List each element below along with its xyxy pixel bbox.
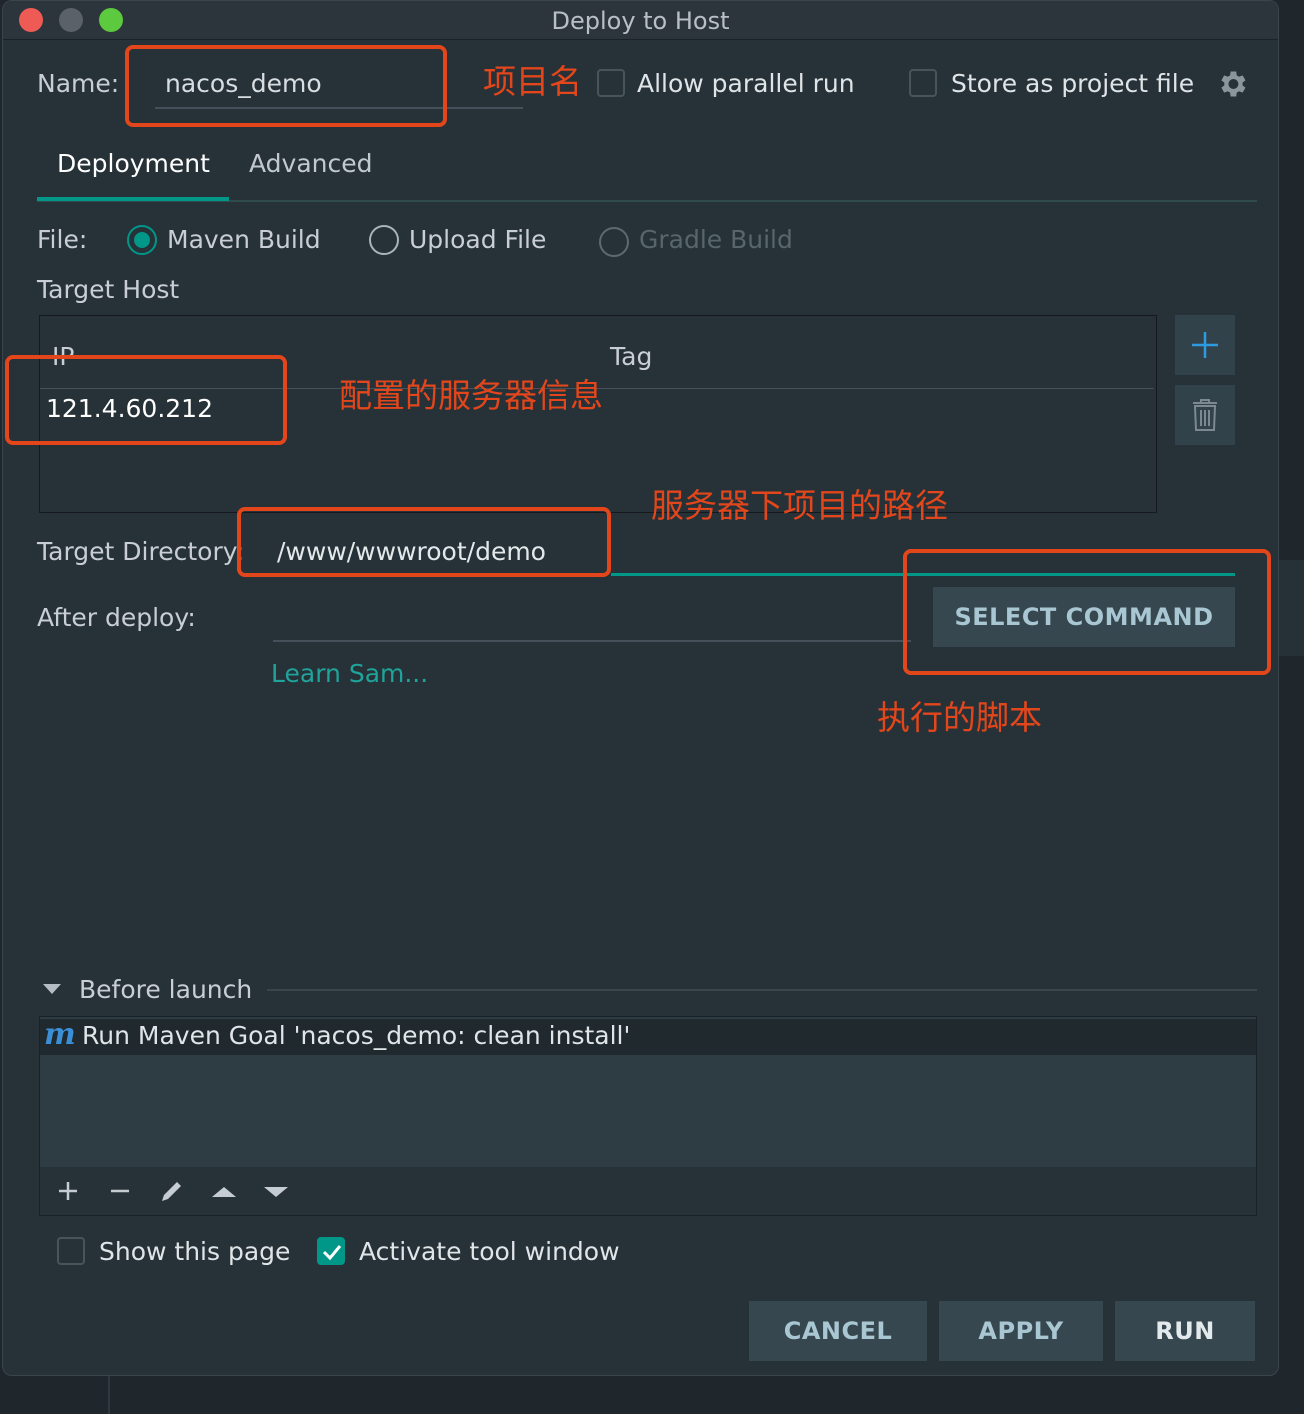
allow-parallel-label[interactable]: Allow parallel run — [637, 69, 855, 98]
allow-parallel-checkbox[interactable] — [597, 69, 625, 97]
gradle-build-label: Gradle Build — [639, 225, 793, 254]
annotation-box-project-name — [125, 45, 447, 127]
add-host-button[interactable] — [1175, 315, 1235, 375]
gear-icon[interactable] — [1215, 67, 1249, 101]
list-item[interactable]: m Run Maven Goal 'nacos_demo: clean inst… — [40, 1017, 1256, 1055]
plus-icon — [1192, 332, 1218, 358]
file-label: File: — [37, 225, 88, 254]
learn-sample-link[interactable]: Learn Sam... — [271, 659, 428, 688]
run-button[interactable]: RUN — [1115, 1301, 1255, 1361]
delete-host-button[interactable] — [1175, 385, 1235, 445]
apply-button[interactable]: APPLY — [939, 1301, 1103, 1361]
before-launch-panel: m Run Maven Goal 'nacos_demo: clean inst… — [39, 1016, 1257, 1216]
remove-task-icon[interactable] — [102, 1173, 138, 1209]
background-divider — [108, 1376, 110, 1414]
background-panel — [1278, 560, 1304, 656]
tab-advanced[interactable]: Advanced — [249, 149, 373, 178]
before-launch-divider — [267, 989, 1257, 991]
store-project-file-checkbox[interactable] — [909, 69, 937, 97]
upload-file-radio[interactable] — [369, 225, 399, 255]
show-page-checkbox[interactable] — [57, 1237, 85, 1265]
trash-icon — [1193, 399, 1217, 431]
edit-task-icon[interactable] — [154, 1173, 190, 1209]
move-down-icon[interactable] — [258, 1173, 294, 1209]
maven-icon: m — [44, 1017, 76, 1052]
checkmark-icon — [322, 1245, 342, 1261]
title-bar[interactable]: Deploy to Host — [3, 1, 1278, 40]
show-page-label[interactable]: Show this page — [99, 1237, 290, 1266]
target-directory-label: Target Directory: — [37, 537, 245, 566]
activate-tool-window-label[interactable]: Activate tool window — [359, 1237, 620, 1266]
after-deploy-label: After deploy: — [37, 603, 196, 632]
window-title: Deploy to Host — [551, 7, 730, 35]
column-header-tag[interactable]: Tag — [610, 342, 652, 371]
before-launch-list[interactable]: m Run Maven Goal 'nacos_demo: clean inst… — [40, 1017, 1256, 1167]
target-host-label: Target Host — [37, 275, 180, 304]
collapse-triangle-icon[interactable] — [41, 981, 63, 997]
annotation-server-path: 服务器下项目的路径 — [651, 486, 948, 525]
before-launch-toolbar — [40, 1167, 1256, 1215]
maven-goal-label: Run Maven Goal 'nacos_demo: clean instal… — [82, 1021, 631, 1050]
annotation-box-script — [903, 549, 1271, 675]
store-project-file-label[interactable]: Store as project file — [951, 69, 1194, 98]
tab-deployment[interactable]: Deployment — [57, 149, 210, 178]
annotation-box-server-path — [237, 507, 611, 577]
gradle-build-radio — [599, 227, 629, 257]
annotation-script: 执行的脚本 — [877, 698, 1042, 737]
maven-build-radio[interactable] — [127, 225, 157, 255]
add-task-icon[interactable] — [50, 1173, 86, 1209]
annotation-project-name: 项目名 — [483, 62, 582, 101]
activate-tool-window-checkbox[interactable] — [317, 1237, 345, 1265]
active-tab-indicator — [37, 197, 229, 201]
annotation-box-server-info — [5, 355, 287, 445]
after-deploy-input[interactable] — [273, 640, 911, 642]
maven-build-label[interactable]: Maven Build — [167, 225, 321, 254]
upload-file-label[interactable]: Upload File — [409, 225, 546, 254]
deploy-dialog: Deploy to Host Name: nacos_demo Allow pa… — [2, 0, 1279, 1376]
name-label: Name: — [37, 69, 120, 98]
move-up-icon[interactable] — [206, 1173, 242, 1209]
before-launch-title: Before launch — [79, 975, 253, 1004]
annotation-server-info: 配置的服务器信息 — [339, 376, 603, 415]
cancel-button[interactable]: CANCEL — [749, 1301, 927, 1361]
